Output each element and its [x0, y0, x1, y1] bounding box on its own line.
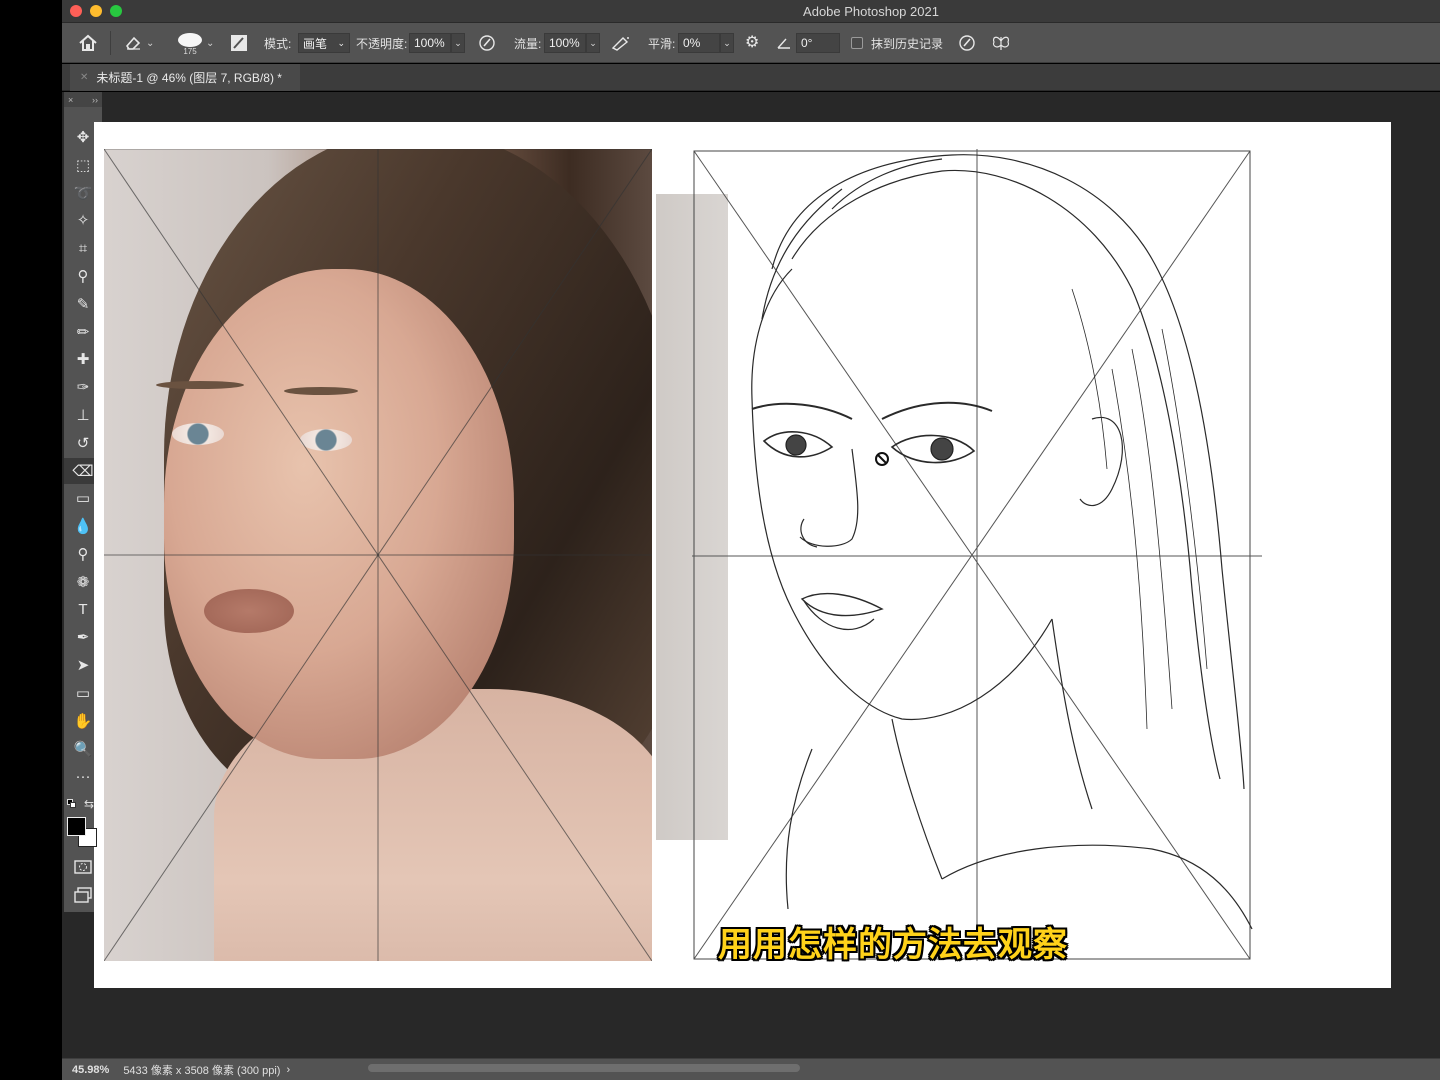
brush-panel-icon	[231, 35, 247, 51]
pressure-opacity-button[interactable]	[478, 23, 496, 63]
hand-icon: ✋	[73, 712, 93, 730]
stamp-icon: ⊥	[76, 407, 90, 424]
zoom-window-button[interactable]	[110, 5, 122, 17]
rectangle-icon: ▭	[75, 685, 91, 702]
path-select-icon: ➤	[76, 657, 90, 675]
options-bar: ⌄ 175 ⌄ 模式: 画笔 ⌄ 不透明度: 100% ⌄ 流量: 100% ⌄ …	[62, 23, 1440, 63]
opacity-label: 不透明度:	[356, 36, 408, 51]
healing-icon: ✚	[76, 351, 90, 369]
airbrush-button[interactable]	[611, 23, 631, 63]
mode-label: 模式:	[264, 36, 292, 51]
pressure-pen-icon	[479, 35, 495, 51]
smoothing-field[interactable]: 0% ⌄	[678, 23, 734, 63]
angle-icon	[777, 38, 790, 49]
brush-preset-picker[interactable]: 175 ⌄	[178, 23, 214, 63]
butterfly-icon	[992, 36, 1010, 50]
default-colors-icon[interactable]	[67, 799, 77, 809]
chevron-down-icon: ⌄	[206, 37, 215, 49]
app-title: Adobe Photoshop 2021	[803, 4, 939, 19]
close-window-button[interactable]	[70, 5, 82, 17]
eraser-icon: ⌫	[72, 462, 94, 480]
home-icon	[79, 34, 97, 51]
video-subtitle: 用用怎样的方法去观察	[718, 925, 1068, 965]
mores-icon: ···	[75, 767, 91, 785]
quick-mask-icon	[74, 860, 92, 874]
status-info-menu-icon[interactable]: ›	[286, 1064, 290, 1076]
document-canvas[interactable]: 用用怎样的方法去观察	[94, 122, 1391, 988]
document-tab[interactable]: ✕ 未标题-1 @ 46% (图层 7, RGB/8) *	[70, 64, 300, 91]
horizontal-scrollbar[interactable]	[368, 1064, 800, 1072]
erase-to-history-label: 抹到历史记录	[871, 36, 944, 51]
angle-field[interactable]: 0°	[796, 23, 840, 63]
brush-icon: ✎	[76, 295, 90, 313]
erase-to-history-checkbox[interactable]	[851, 37, 863, 49]
chevron-down-icon: ⌄	[146, 37, 155, 49]
marquee-icon: ⬚	[75, 156, 91, 174]
history-brush-icon: ↺	[76, 434, 90, 452]
smoothing-slider-toggle[interactable]: ⌄	[720, 33, 734, 53]
desktop-edge	[0, 0, 62, 1080]
sponge-icon: ❁	[76, 573, 90, 591]
tool-preset-picker[interactable]: ⌄	[124, 23, 154, 63]
erase-to-history-toggle[interactable]: 抹到历史记录	[851, 23, 943, 63]
opacity-slider-toggle[interactable]: ⌄	[451, 33, 465, 53]
pencil-icon: ✏	[76, 323, 90, 341]
opacity-field[interactable]: 100% ⌄	[409, 23, 465, 63]
document-tab-label: 未标题-1 @ 46% (图层 7, RGB/8) *	[96, 71, 282, 85]
face-sketch	[692, 149, 1262, 961]
airbrush-icon	[611, 37, 629, 51]
expand-panel-icon[interactable]: ››	[92, 95, 98, 105]
magic-wand-icon: ✧	[76, 212, 90, 230]
flow-label: 流量:	[514, 36, 542, 51]
flow-field[interactable]: 100% ⌄	[544, 23, 600, 63]
mixer-brush-icon: ✑	[76, 379, 90, 397]
smoothing-options-button[interactable]: ⚙	[745, 23, 759, 63]
screen-mode-icon	[74, 887, 92, 903]
home-button[interactable]	[78, 23, 98, 63]
close-tab-icon[interactable]: ✕	[80, 72, 88, 83]
photo-guide-lines	[104, 149, 652, 961]
eraser-icon	[125, 36, 141, 50]
dodge-icon: ⚲	[77, 546, 89, 563]
document-info: 5433 像素 x 3508 像素 (300 ppi)	[123, 1064, 281, 1077]
pen-icon: ✒	[76, 629, 90, 647]
tools-panel-header[interactable]: × ››	[64, 92, 102, 107]
pressure-size-icon	[959, 35, 975, 51]
mode-select[interactable]: 画笔 ⌄	[298, 23, 350, 63]
angle-icon-wrap	[776, 23, 792, 63]
crop-icon: ⌗	[78, 239, 88, 257]
zoom-level[interactable]: 45.98%	[72, 1064, 109, 1076]
blur-icon: 💧	[73, 518, 93, 536]
swap-colors-icon[interactable]: ⇆	[84, 797, 94, 811]
reference-photo	[104, 149, 652, 961]
type-icon: T	[78, 601, 88, 619]
flow-slider-toggle[interactable]: ⌄	[586, 33, 600, 53]
symmetry-button[interactable]	[991, 23, 1011, 63]
brush-size-value: 175	[183, 47, 197, 56]
gradient-icon: ▭	[75, 490, 91, 508]
pressure-size-button[interactable]	[958, 23, 976, 63]
document-tab-bar: ✕ 未标题-1 @ 46% (图层 7, RGB/8) *	[62, 64, 1440, 91]
eyedropper-icon: ⚲	[77, 268, 89, 285]
title-bar: Adobe Photoshop 2021	[62, 0, 1440, 23]
move-icon: ✥	[76, 129, 90, 146]
foreground-color-swatch[interactable]	[67, 817, 86, 836]
gear-icon: ⚙	[745, 34, 760, 51]
brush-settings-button[interactable]	[230, 23, 248, 63]
smoothing-label: 平滑:	[648, 36, 676, 51]
lasso-icon: ➰	[73, 184, 93, 202]
zoom-icon: 🔍	[73, 740, 93, 758]
minimize-window-button[interactable]	[90, 5, 102, 17]
close-panel-icon[interactable]: ×	[68, 95, 73, 105]
brush-tip-preview	[178, 33, 202, 47]
